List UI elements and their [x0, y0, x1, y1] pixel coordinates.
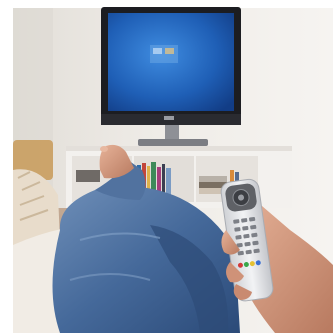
toe: [100, 146, 108, 152]
tv-screen-thumb-1: [153, 48, 162, 54]
living-room-scene: [0, 0, 333, 333]
tv-stand-neck: [165, 125, 179, 141]
tv-stand-base: [138, 139, 208, 146]
book-stack: [199, 176, 227, 182]
photo: [0, 0, 333, 333]
tv-screen-thumb-2: [165, 48, 174, 54]
cabinet-top-edge: [66, 146, 292, 151]
media-box: [76, 170, 100, 182]
tv-logo: [164, 116, 174, 120]
